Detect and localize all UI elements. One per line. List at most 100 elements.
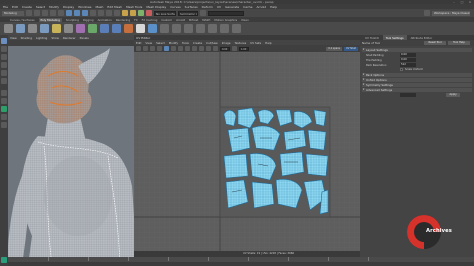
uv-shell-select[interactable]: UV Shell <box>344 46 358 51</box>
shelf-tab-custom[interactable]: Custom <box>161 18 172 22</box>
live-surface-field[interactable]: No Live Surface <box>154 10 176 16</box>
four-pane-icon[interactable] <box>1 98 7 104</box>
save-scene-icon[interactable] <box>42 10 48 16</box>
menu-cache[interactable]: Cache <box>243 5 252 9</box>
shelf-tab-curves[interactable]: Curves / Surfaces <box>10 18 35 22</box>
uv-menu-create[interactable]: Create <box>193 41 202 45</box>
menu-help[interactable]: Help <box>270 5 277 9</box>
uv-menu-view[interactable]: View <box>145 41 152 45</box>
apply-button[interactable]: Apply <box>446 93 460 97</box>
single-pane-icon[interactable] <box>1 90 7 96</box>
input-field-icon[interactable] <box>200 10 206 16</box>
render-settings-icon[interactable] <box>138 10 144 16</box>
uv-menu-uv-sets[interactable]: UV Sets <box>250 41 261 45</box>
uv-select-icon[interactable] <box>136 46 141 51</box>
uv-menu-modify[interactable]: Modify <box>169 41 178 45</box>
undo-icon[interactable] <box>50 10 56 16</box>
bevel-icon[interactable] <box>184 24 193 33</box>
menu-modify[interactable]: Modify <box>49 5 59 9</box>
distortion-icon[interactable] <box>185 46 190 51</box>
poly-cone-icon[interactable] <box>40 24 49 33</box>
uv-space-select[interactable]: 0-1 space <box>326 46 343 51</box>
menu-select[interactable]: Select <box>36 5 45 9</box>
sign-in-icon[interactable] <box>424 10 430 16</box>
redo-icon[interactable] <box>58 10 64 16</box>
paint-select-icon[interactable] <box>1 54 7 60</box>
menu-create[interactable]: Create <box>22 5 32 9</box>
shelf-tab-mash[interactable]: MASH <box>202 18 210 22</box>
persp-outliner-icon[interactable] <box>1 106 7 112</box>
boolean-icon[interactable] <box>136 24 145 33</box>
poly-cube-icon[interactable] <box>16 24 25 33</box>
poly-torus-icon[interactable] <box>52 24 61 33</box>
shelf-tab-sculpting[interactable]: Sculpting <box>66 18 79 22</box>
uv-menu-tools[interactable]: Tools <box>182 41 189 45</box>
grid-toggle-icon[interactable] <box>164 46 169 51</box>
quad-draw-icon[interactable] <box>220 24 229 33</box>
select-by-object-icon[interactable] <box>74 10 80 16</box>
pack-resolution-field[interactable]: 512 <box>400 63 416 67</box>
menu-mesh[interactable]: Mesh <box>96 5 104 9</box>
select-by-hierarchy-icon[interactable] <box>66 10 72 16</box>
new-scene-icon[interactable] <box>26 10 32 16</box>
reset-tool-button[interactable]: Reset Tool <box>424 41 446 45</box>
time-slider-track[interactable] <box>8 257 474 262</box>
mirror-icon[interactable] <box>148 24 157 33</box>
quick-rename-field[interactable] <box>208 10 244 16</box>
extrude-icon[interactable] <box>160 24 169 33</box>
panel-icon[interactable] <box>1 122 7 128</box>
gamma-field[interactable]: 1.00 <box>239 46 249 51</box>
ipr-render-icon[interactable] <box>130 10 136 16</box>
select-tool-icon[interactable] <box>1 38 7 44</box>
shelf-tab-fx[interactable]: FX <box>134 18 138 22</box>
lasso-tool-icon[interactable] <box>1 46 7 52</box>
shelf-tab-arnold[interactable]: Arnold <box>176 18 185 22</box>
snap-grid-icon[interactable] <box>90 10 96 16</box>
scale-uniform-checkbox[interactable] <box>400 68 403 71</box>
tile-padding-field[interactable]: 0.00 <box>400 58 416 62</box>
svg-icon[interactable] <box>88 24 97 33</box>
time-slider[interactable] <box>8 257 474 266</box>
hypershade-icon[interactable] <box>146 10 152 16</box>
uv-menu-help[interactable]: Help <box>265 41 271 45</box>
symmetry-field[interactable]: Symmetry: Off <box>178 10 198 16</box>
menu-windows[interactable]: Windows <box>78 5 91 9</box>
menu-edit[interactable]: Edit <box>12 5 18 9</box>
open-scene-icon[interactable] <box>34 10 40 16</box>
move-tool-icon[interactable] <box>1 62 7 68</box>
shelf-tab-fx-caching[interactable]: FX Caching <box>142 18 158 22</box>
snap-curve-icon[interactable] <box>98 10 104 16</box>
menu-deform[interactable]: Deform <box>202 5 213 9</box>
shelf-tab-xgen[interactable]: XGen <box>241 18 249 22</box>
shelf-tab-rendering[interactable]: Rendering <box>116 18 130 22</box>
select-by-component-icon[interactable] <box>82 10 88 16</box>
gamma-icon[interactable] <box>232 46 237 51</box>
poly-cylinder-icon[interactable] <box>28 24 37 33</box>
uv-menu-select[interactable]: Select <box>156 41 165 45</box>
menu-generate[interactable]: Generate <box>225 5 239 9</box>
uv-menu-edit[interactable]: Edit <box>136 41 141 45</box>
uv-menu-image[interactable]: Image <box>222 41 231 45</box>
multi-cut-icon[interactable] <box>196 24 205 33</box>
viewport-menu-lighting[interactable]: Lighting <box>36 36 47 40</box>
scale-tool-icon[interactable] <box>1 78 7 84</box>
advanced-value-field[interactable] <box>400 93 416 97</box>
shell-padding-field[interactable]: 0.00 <box>400 53 416 57</box>
shelf-tab-motion-graphics[interactable]: Motion Graphics <box>214 18 237 22</box>
section-pack-options[interactable]: Pack Options <box>362 73 472 77</box>
menu-curves[interactable]: Curves <box>170 5 180 9</box>
rotate-tool-icon[interactable] <box>1 70 7 76</box>
smooth-icon[interactable] <box>124 24 133 33</box>
uv-scale-icon[interactable] <box>157 46 162 51</box>
menu-mesh-tools[interactable]: Mesh Tools <box>126 5 142 9</box>
menu-mesh-display[interactable]: Mesh Display <box>146 5 166 9</box>
uv-menu-cut-sew[interactable]: Cut/Sew <box>206 41 218 45</box>
poly-plane-icon[interactable] <box>64 24 73 33</box>
section-layout-settings[interactable]: Layout Settings <box>362 48 472 52</box>
uv-editor-shelf-icon[interactable] <box>232 24 241 33</box>
menu-file[interactable]: File <box>3 5 8 9</box>
separate-icon[interactable] <box>112 24 121 33</box>
exposure-field[interactable]: 0.00 <box>220 46 230 51</box>
poly-sphere-icon[interactable] <box>4 24 13 33</box>
menu-surfaces[interactable]: Surfaces <box>185 5 198 9</box>
